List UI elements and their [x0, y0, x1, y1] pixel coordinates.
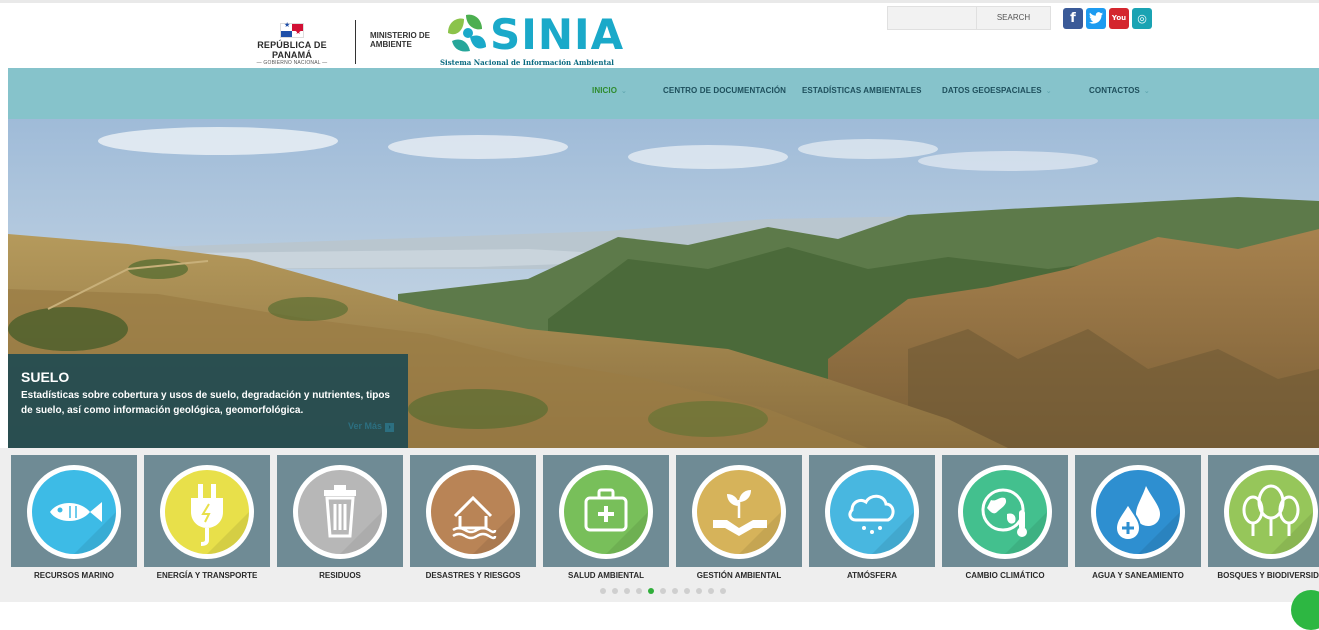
sinia-logo-subtitle: Sistema Nacional de Información Ambienta…	[440, 58, 614, 67]
category-label[interactable]: DESASTRES Y RIESGOS	[410, 571, 536, 580]
water-drops-icon	[1114, 486, 1180, 554]
category-cambio-climatico[interactable]: CAMBIO CLIMÁTICO	[942, 455, 1068, 580]
category-label[interactable]: ATMÓSFERA	[809, 571, 935, 580]
first-aid-icon	[584, 488, 648, 554]
category-label[interactable]: BOSQUES Y BIODIVERSIDA	[1208, 571, 1319, 580]
slide-title: SUELO	[21, 369, 70, 385]
social-links: f You ◎	[1063, 8, 1152, 29]
ministry-line-1: MINISTERIO DE	[370, 31, 431, 40]
panama-flag-icon	[280, 21, 304, 38]
category-label[interactable]: SALUD AMBIENTAL	[543, 571, 669, 580]
main-nav: INICIO ⌄ CENTRO DE DOCUMENTACIÓN ESTADÍST…	[8, 68, 1319, 119]
category-agua-saneamiento[interactable]: AGUA Y SANEAMIENTO	[1075, 455, 1201, 580]
trash-icon	[324, 485, 382, 554]
category-tile[interactable]	[543, 455, 669, 567]
arrow-right-icon: ›	[385, 423, 394, 432]
youtube-icon[interactable]: You	[1109, 8, 1129, 29]
hero-slider[interactable]: SUELO Estadísticas sobre cobertura y uso…	[8, 119, 1319, 448]
carousel-dots	[600, 588, 726, 594]
search-button[interactable]: SEARCH	[976, 7, 1050, 29]
logo-divider	[355, 20, 356, 64]
category-label[interactable]: AGUA Y SANEAMIENTO	[1075, 571, 1201, 580]
sinia-leaf-icon[interactable]	[442, 11, 490, 57]
category-salud-ambiental[interactable]: SALUD AMBIENTAL	[543, 455, 669, 580]
carousel-dot[interactable]	[648, 588, 654, 594]
carousel-dot[interactable]	[636, 588, 642, 594]
plant-hands-icon	[713, 490, 781, 554]
category-tile[interactable]	[1208, 455, 1319, 567]
carousel-dot[interactable]	[696, 588, 702, 594]
plug-icon	[191, 484, 249, 554]
category-label[interactable]: RECURSOS MARINO	[11, 571, 137, 580]
ministry-logo[interactable]: MINISTERIO DE AMBIENTE	[370, 31, 430, 49]
slide-description: Estadísticas sobre cobertura y usos de s…	[21, 390, 390, 416]
carousel-dot[interactable]	[660, 588, 666, 594]
nav-item-inicio[interactable]: INICIO ⌄	[592, 86, 627, 95]
carousel-dot[interactable]	[624, 588, 630, 594]
category-label[interactable]: GESTIÓN AMBIENTAL	[676, 571, 802, 580]
instagram-icon[interactable]: ◎	[1132, 8, 1152, 29]
trees-icon	[1242, 484, 1313, 554]
flood-house-icon	[452, 495, 515, 554]
cloud-rain-icon	[848, 494, 914, 554]
category-label[interactable]: ENERGÍA Y TRANSPORTE	[144, 571, 270, 580]
category-bosques-biodiversidad[interactable]: BOSQUES Y BIODIVERSIDA	[1208, 455, 1319, 580]
category-tile[interactable]	[676, 455, 802, 567]
category-tile[interactable]	[809, 455, 935, 567]
ministry-line-2: AMBIENTE	[370, 40, 412, 49]
category-label[interactable]: CAMBIO CLIMÁTICO	[942, 571, 1068, 580]
chevron-down-icon: ⌄	[1143, 88, 1150, 95]
category-gestion-ambiental[interactable]: GESTIÓN AMBIENTAL	[676, 455, 802, 580]
globe-thermometer-icon	[981, 488, 1047, 554]
nav-item-contactos[interactable]: CONTACTOS ⌄	[1089, 86, 1150, 95]
carousel-dot[interactable]	[612, 588, 618, 594]
category-tile[interactable]	[942, 455, 1068, 567]
site-header: REPÚBLICA DE PANAMÁ — GOBIERNO NACIONAL …	[0, 0, 1319, 68]
facebook-icon[interactable]: f	[1063, 8, 1083, 29]
gov-name: REPÚBLICA DE PANAMÁ	[257, 40, 327, 60]
category-label[interactable]: RESIDUOS	[277, 571, 403, 580]
category-tile[interactable]	[144, 455, 270, 567]
fish-icon	[50, 502, 116, 554]
carousel-dot[interactable]	[672, 588, 678, 594]
carousel-dot[interactable]	[720, 588, 726, 594]
chevron-down-icon: ⌄	[621, 88, 628, 95]
chevron-down-icon: ⌄	[1045, 88, 1052, 95]
category-recursos-marino[interactable]: RECURSOS MARINO	[11, 455, 137, 580]
category-energia-transporte[interactable]: ENERGÍA Y TRANSPORTE	[144, 455, 270, 580]
category-tile[interactable]	[1075, 455, 1201, 567]
category-tile[interactable]	[277, 455, 403, 567]
carousel-dot[interactable]	[600, 588, 606, 594]
carousel-dot[interactable]	[684, 588, 690, 594]
sinia-logo-text[interactable]: SINIA	[490, 13, 624, 57]
category-tile[interactable]	[11, 455, 137, 567]
category-residuos[interactable]: RESIDUOS	[277, 455, 403, 580]
twitter-icon[interactable]	[1086, 8, 1106, 29]
nav-item-datos-geoespaciales[interactable]: DATOS GEOESPACIALES ⌄	[942, 86, 1052, 95]
gobierno-logo[interactable]: REPÚBLICA DE PANAMÁ — GOBIERNO NACIONAL …	[238, 21, 346, 66]
category-carousel: RECURSOS MARINO ENERGÍA Y TRANSPORTE RES…	[0, 448, 1319, 602]
read-more-link[interactable]: Ver Más ›	[348, 421, 394, 432]
gov-subtitle: — GOBIERNO NACIONAL —	[256, 60, 328, 66]
category-desastres-riesgos[interactable]: DESASTRES Y RIESGOS	[410, 455, 536, 580]
chat-button[interactable]	[1291, 590, 1319, 630]
carousel-dot[interactable]	[708, 588, 714, 594]
search-form: SEARCH	[887, 6, 1051, 30]
nav-item-centro-documentacion[interactable]: CENTRO DE DOCUMENTACIÓN	[663, 86, 786, 95]
search-input[interactable]	[888, 7, 976, 29]
category-tile[interactable]	[410, 455, 536, 567]
nav-item-estadisticas[interactable]: ESTADÍSTICAS AMBIENTALES	[802, 86, 922, 95]
category-atmosfera[interactable]: ATMÓSFERA	[809, 455, 935, 580]
slide-caption: SUELO Estadísticas sobre cobertura y uso…	[8, 354, 408, 448]
